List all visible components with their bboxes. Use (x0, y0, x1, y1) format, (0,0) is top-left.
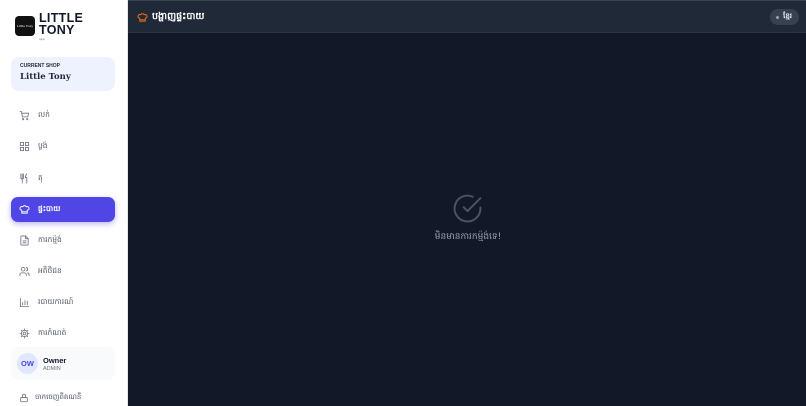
sidebar-item-orders[interactable]: ការកម្ម៉ង់ (11, 228, 115, 253)
language-dot-icon (776, 15, 780, 19)
chef-hat-icon (19, 204, 30, 215)
current-shop-card[interactable]: CURRENT SHOP Little Tony (11, 57, 115, 91)
sidebar-item-label: ការកម្ម៉ង់ (38, 235, 62, 244)
user-role: ADMIN (43, 365, 61, 372)
lock-icon (20, 393, 28, 403)
sidebar-item-tables[interactable]: តុ (11, 166, 115, 191)
empty-state-message: មិនមានការកម្ម៉ង់ទេ! (434, 232, 502, 242)
top-bar: បង្ហាញផ្ទះបាយ ខ្មែរ (128, 0, 806, 33)
avatar: OW (17, 353, 38, 374)
sidebar-item-customers[interactable]: អតិថិជន (11, 259, 115, 284)
sidebar-item-label: ប្លង់ (38, 141, 48, 150)
sidebar-item-label: ការកំណត់ (38, 328, 67, 337)
check-circle-icon (453, 194, 481, 223)
grid-icon (19, 141, 30, 152)
chart-icon (19, 297, 30, 308)
sidebar: Little Tony LITTLE TONY app CURRENT SHOP… (0, 0, 128, 406)
sidebar-item-layout[interactable]: ប្លង់ (11, 134, 115, 159)
language-label: ខ្មែរ (783, 12, 792, 20)
utensils-icon (19, 173, 30, 184)
logo-text: Little Tony (16, 24, 34, 28)
page-title: បង្ហាញផ្ទះបាយ (137, 10, 204, 24)
cart-icon (19, 110, 30, 121)
empty-state: មិនមានការកម្ម៉ង់ទេ! (128, 193, 806, 244)
sidebar-item-settings[interactable]: ការកំណត់ (11, 321, 115, 346)
logo: Little Tony (15, 16, 35, 36)
page-title-text: បង្ហាញផ្ទះបាយ (152, 11, 205, 22)
user-name: Owner (43, 355, 67, 365)
sidebar-item-sell[interactable]: លក់ (11, 103, 115, 128)
sidebar-item-label: ផ្ទះបាយ (38, 204, 61, 213)
document-icon (19, 235, 30, 246)
sidebar-item-label: លក់ (38, 110, 50, 119)
sidebar-item-kitchen[interactable]: ផ្ទះបាយ (11, 197, 115, 222)
brand[interactable]: Little Tony LITTLE TONY app (15, 12, 83, 41)
chef-hat-icon (137, 12, 148, 22)
logout-label: ចាកចេញពីគណនី (35, 393, 82, 401)
sidebar-item-label: របាយការណ៍ (38, 297, 74, 306)
brand-name-line2: TONY (39, 23, 75, 37)
sidebar-item-reports[interactable]: របាយការណ៍ (11, 290, 115, 315)
logout-button[interactable]: ចាកចេញពីគណនី (19, 393, 81, 403)
sidebar-item-label: តុ (38, 173, 43, 182)
sidebar-item-label: អតិថិជន (38, 266, 62, 275)
brand-tagline: app (39, 37, 45, 41)
user-profile-card[interactable]: OW Owner ADMIN (11, 347, 115, 380)
current-shop-label: CURRENT SHOP (20, 63, 61, 69)
users-icon (19, 266, 30, 277)
language-toggle-button[interactable]: ខ្មែរ (770, 9, 799, 25)
current-shop-name: Little Tony (20, 72, 71, 82)
gear-icon (19, 328, 30, 339)
